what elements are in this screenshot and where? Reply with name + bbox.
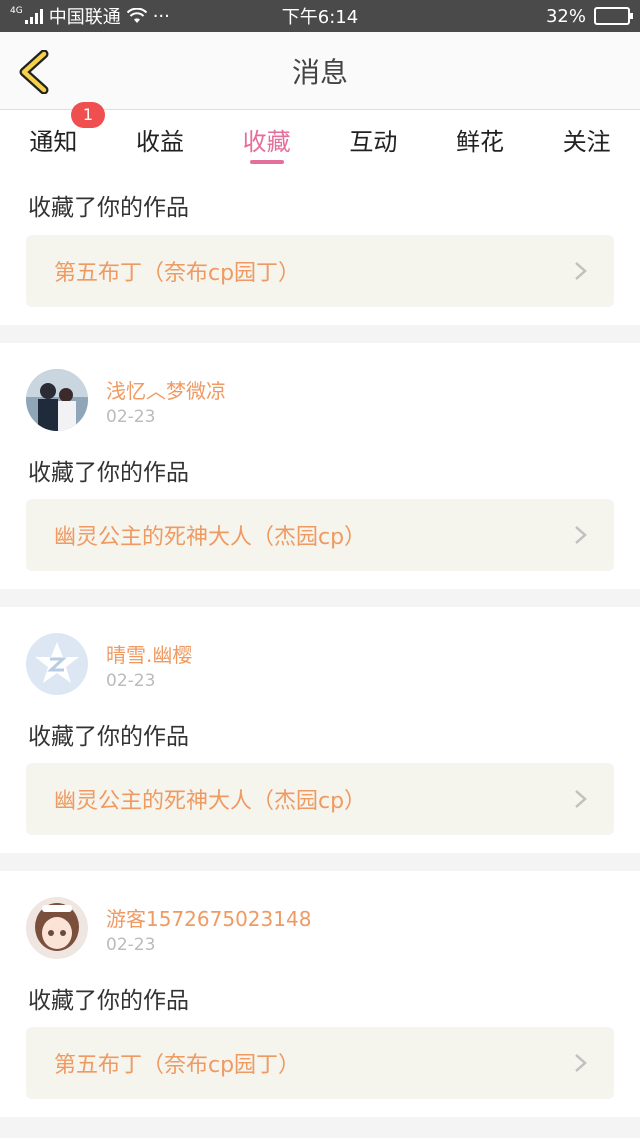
work-link[interactable]: 第五布丁（奈布cp园丁）: [26, 235, 614, 307]
chevron-right-icon: [575, 1054, 587, 1072]
chevron-right-icon: [575, 526, 587, 544]
work-title: 第五布丁（奈布cp园丁）: [54, 1053, 301, 1078]
tab-interactions[interactable]: 互动: [320, 110, 427, 172]
tab-follows[interactable]: 关注: [533, 110, 640, 172]
anime-avatar-icon: [26, 897, 88, 959]
avatar[interactable]: [26, 369, 88, 431]
battery-icon: [594, 7, 633, 25]
work-link[interactable]: 幽灵公主的死神大人（杰园cp）: [26, 499, 614, 571]
battery-percent: 32%: [545, 5, 586, 27]
status-bar: 4G 中国联通 ··· 下午6:14 32%: [0, 0, 640, 32]
tab-label: 通知: [29, 128, 78, 156]
username[interactable]: 晴雪.幽樱: [106, 639, 192, 668]
wifi-icon: [126, 8, 147, 23]
tab-notifications[interactable]: 通知 1: [0, 102, 107, 172]
action-text: 收藏了你的作品: [28, 460, 189, 486]
more-dots: ···: [152, 5, 170, 27]
action-text: 收藏了你的作品: [28, 724, 189, 750]
work-title: 第五布丁（奈布cp园丁）: [54, 261, 301, 286]
tab-label: 关注: [562, 128, 611, 156]
chevron-right-icon: [575, 262, 587, 280]
work-title: 幽灵公主的死神大人（杰园cp）: [54, 525, 367, 550]
tab-label: 鲜花: [456, 128, 505, 156]
tab-label: 收藏: [242, 128, 291, 156]
action-text: 收藏了你的作品: [28, 988, 189, 1014]
nav-header: 消息: [0, 32, 640, 110]
list-item: 晴雪.幽樱 02-23 收藏了你的作品 幽灵公主的死神大人（杰园cp）: [0, 607, 640, 853]
unread-badge: 1: [71, 102, 105, 128]
avatar[interactable]: [26, 897, 88, 959]
list-item: 浅忆︿梦微凉 02-23 收藏了你的作品 幽灵公主的死神大人（杰园cp）: [0, 343, 640, 589]
date: 02-23: [106, 935, 156, 955]
star-avatar-icon: [26, 633, 88, 695]
chevron-right-icon: [575, 790, 587, 808]
tab-label: 收益: [136, 128, 184, 156]
network-type: 4G: [10, 6, 23, 16]
list-item: 收藏了你的作品 第五布丁（奈布cp园丁）: [0, 172, 640, 325]
work-link[interactable]: 幽灵公主的死神大人（杰园cp）: [26, 763, 614, 835]
tab-earnings[interactable]: 收益: [107, 110, 214, 172]
tab-bar: 通知 1 收益 收藏 互动 鲜花 关注: [0, 102, 640, 172]
list-item: 游客1572675023148 02-23 收藏了你的作品 第五布丁（奈布cp园…: [0, 871, 640, 1117]
work-title: 幽灵公主的死神大人（杰园cp）: [54, 789, 367, 814]
avatar[interactable]: [26, 633, 88, 695]
back-arrow-icon[interactable]: [14, 50, 54, 94]
date: 02-23: [106, 671, 156, 691]
username[interactable]: 游客1572675023148: [106, 903, 311, 932]
tab-flowers[interactable]: 鲜花: [427, 110, 534, 172]
work-link[interactable]: 第五布丁（奈布cp园丁）: [26, 1027, 614, 1099]
action-text: 收藏了你的作品: [28, 195, 189, 221]
tab-label: 互动: [349, 128, 398, 156]
photo-avatar-icon: [26, 369, 88, 431]
carrier-label: 中国联通: [48, 7, 121, 28]
page-title: 消息: [291, 55, 348, 89]
username[interactable]: 浅忆︿梦微凉: [106, 375, 226, 404]
signal-icon: [24, 8, 43, 24]
tab-favorites[interactable]: 收藏: [213, 110, 320, 172]
date: 02-23: [106, 407, 156, 427]
